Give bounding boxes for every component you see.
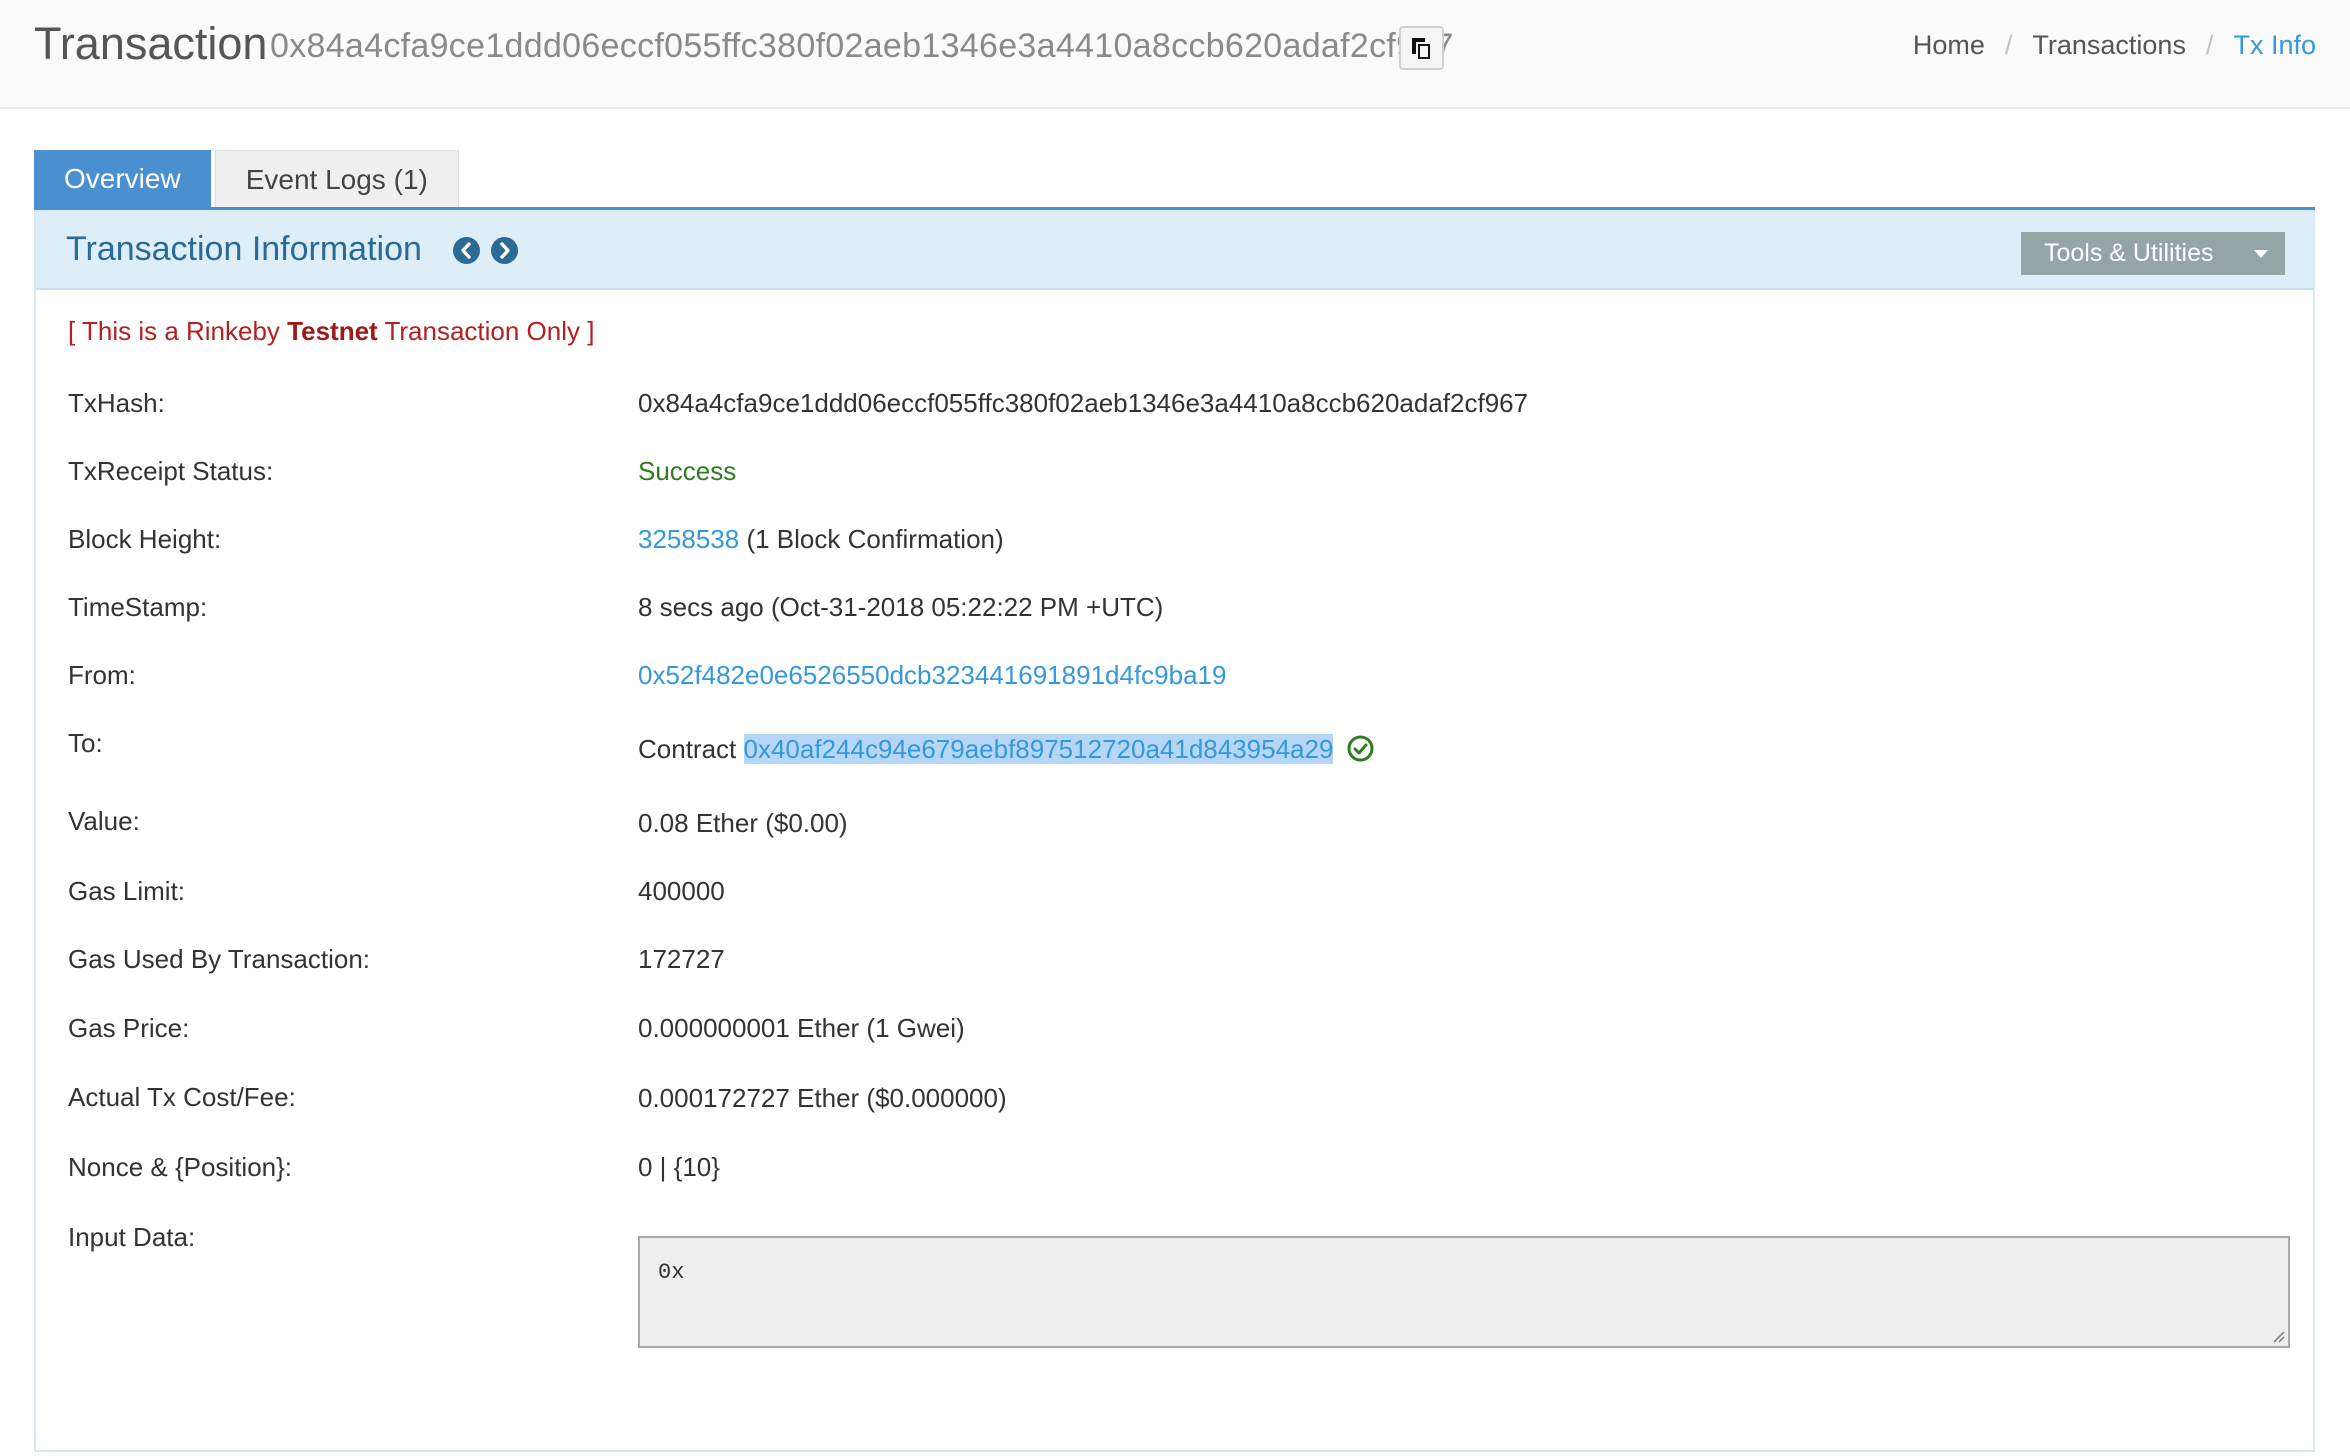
tab-bar: Overview Event Logs (1) [34,150,463,208]
breadcrumb-separator: / [2205,30,2214,60]
nonce-label: Nonce & {Position}: [68,1152,293,1182]
block-confirmation: (1 Block Confirmation) [739,524,1004,554]
block-number-link[interactable]: 3258538 [638,524,739,554]
gas-used-label: Gas Used By Transaction: [68,944,371,974]
notice-suffix: Transaction Only ] [377,316,595,346]
txhash-label: TxHash: [68,388,165,418]
panel-header: Transaction Information Tools & Utilitie… [36,210,2313,290]
copy-hash-button[interactable] [1399,26,1444,70]
testnet-notice: [ This is a Rinkeby Testnet Transaction … [68,316,594,347]
tab-event-logs[interactable]: Event Logs (1) [214,150,459,208]
breadcrumb: Home / Transactions / Tx Info [1913,30,2316,61]
from-label: From: [68,660,136,690]
check-circle-icon [1347,735,1374,762]
value-amount: 0.08 Ether ($0.00) [638,808,848,838]
chevron-right-circle-icon[interactable] [491,237,518,264]
from-address-link[interactable]: 0x52f482e0e6526550dcb323441691891d4fc9ba… [638,660,1226,691]
value-label: Value: [68,806,140,836]
copy-icon [1412,38,1432,61]
status-value: Success [638,456,737,486]
tools-utilities-label: Tools & Utilities [2044,239,2214,267]
gas-price-value: 0.000000001 Ether (1 Gwei) [638,1013,965,1043]
gas-used-value: 172727 [638,944,725,974]
gas-limit-label: Gas Limit: [68,876,186,906]
txhash-value: 0x84a4cfa9ce1ddd06eccf055ffc380f02aeb134… [638,388,1529,418]
panel-title: Transaction Information [66,230,422,268]
status-label: TxReceipt Status: [68,456,274,486]
breadcrumb-transactions[interactable]: Transactions [2032,30,2186,61]
timestamp-value: 8 secs ago (Oct-31-2018 05:22:22 PM +UTC… [638,592,1164,622]
resize-handle-icon[interactable] [2271,1329,2285,1343]
breadcrumb-home[interactable]: Home [1913,30,1985,61]
contract-prefix: Contract [638,734,744,764]
notice-bold: Testnet [287,316,378,346]
tools-utilities-dropdown[interactable]: Tools & Utilities [2021,232,2285,275]
page-header: Transaction 0x84a4cfa9ce1ddd06eccf055ffc… [0,0,2350,109]
page-title: Transaction [34,18,268,69]
to-label: To: [68,728,103,758]
gas-price-label: Gas Price: [68,1013,190,1043]
timestamp-label: TimeStamp: [68,592,208,622]
tx-fee-value: 0.000172727 Ether ($0.000000) [638,1083,1007,1113]
block-height-label: Block Height: [68,524,222,554]
tx-fee-label: Actual Tx Cost/Fee: [68,1082,296,1112]
to-address-link[interactable]: 0x40af244c94e679aebf897512720a41d843954a… [743,734,1334,764]
input-data-textarea[interactable]: 0x [638,1236,2290,1348]
breadcrumb-separator: / [2004,30,2013,60]
chevron-left-circle-icon[interactable] [453,237,480,264]
transaction-hash-title: 0x84a4cfa9ce1ddd06eccf055ffc380f02aeb134… [270,27,1454,65]
caret-down-icon [2254,250,2268,258]
input-data-label: Input Data: [68,1222,196,1252]
block-height-row: 3258538 (1 Block Confirmation) [638,524,1004,555]
breadcrumb-current: Tx Info [2233,30,2316,60]
tab-overview[interactable]: Overview [34,150,211,208]
input-data-text: 0x [658,1260,685,1285]
to-row: Contract 0x40af244c94e679aebf897512720a4… [638,734,1374,765]
nonce-value: 0 | {10} [638,1152,720,1182]
notice-prefix: [ This is a Rinkeby [68,316,288,346]
gas-limit-value: 400000 [638,876,725,906]
transaction-panel: Transaction Information Tools & Utilitie… [34,210,2315,1452]
